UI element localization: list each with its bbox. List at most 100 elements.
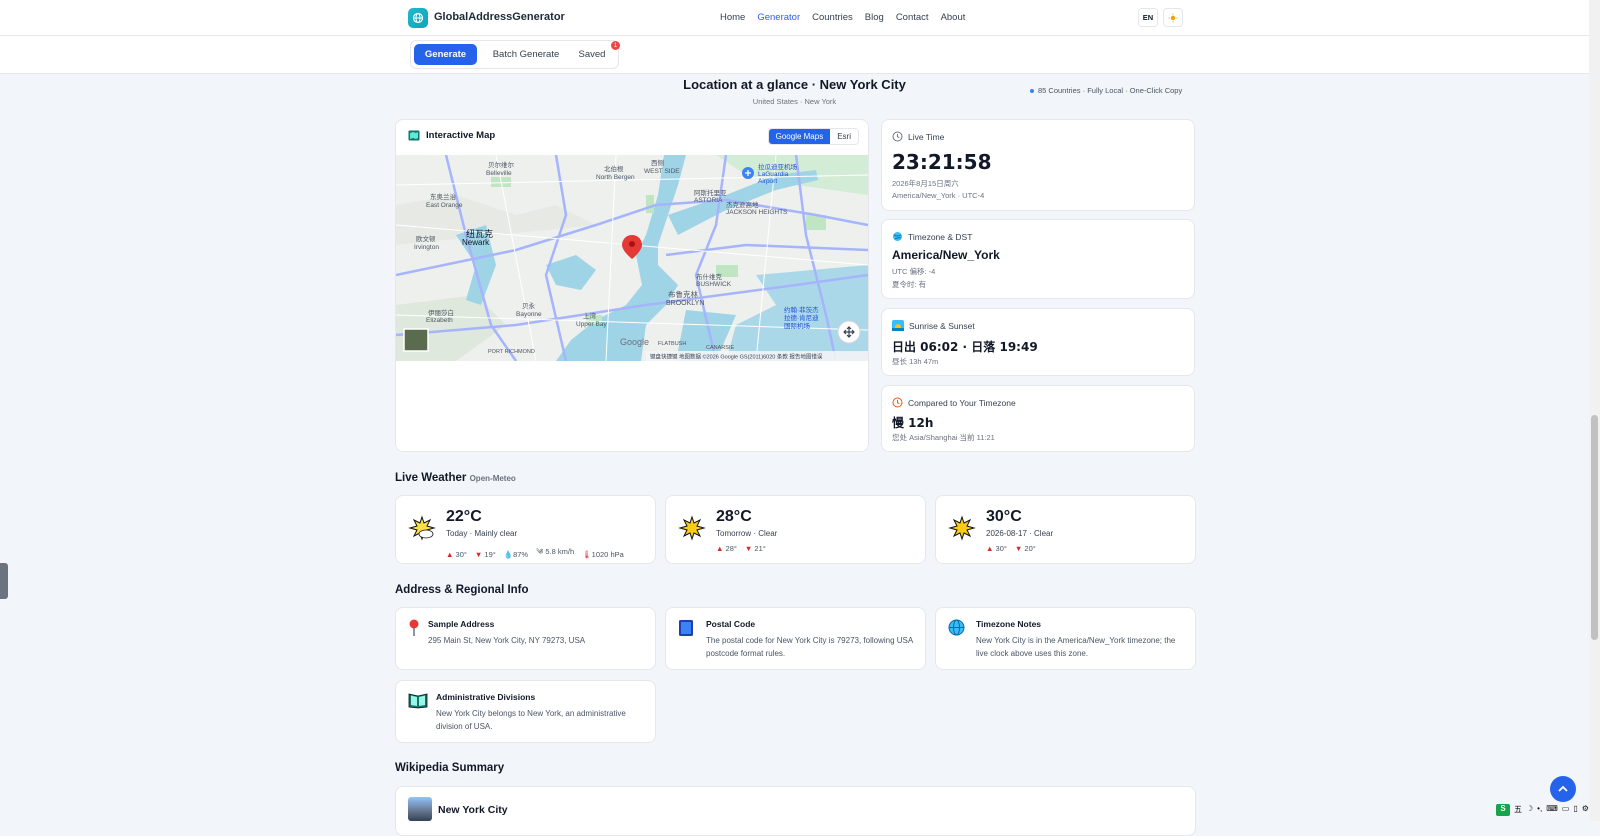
weather-source[interactable]: Open-Meteo — [470, 474, 516, 483]
weather-card-today: 22°C Today · Mainly clear ▲ 30° ▼ 19° 💧8… — [395, 495, 656, 564]
card-text: New York City belongs to New York, an ad… — [436, 709, 626, 731]
svg-text:欧文顿: 欧文顿 — [416, 234, 436, 243]
svg-text:拉德·肯尼迪: 拉德·肯尼迪 — [784, 313, 819, 322]
daylight-length: 昼长 13h 47m — [892, 357, 939, 366]
svg-text:上湾: 上湾 — [583, 311, 597, 320]
pushpin-icon — [409, 619, 419, 636]
svg-text:North Bergen: North Bergen — [596, 174, 635, 181]
card-title: Postal Code — [706, 619, 756, 629]
card-text: The postal code for New York City is 792… — [706, 636, 913, 658]
svg-text:BUSHWICK: BUSHWICK — [696, 281, 732, 288]
clock-orange-icon — [892, 397, 903, 408]
gear-icon[interactable]: ⚙ — [1582, 804, 1589, 816]
map-provider-switch: Google Maps Esri — [767, 128, 859, 145]
sample-address-card: Sample Address 295 Main St, New York Cit… — [395, 607, 656, 670]
card-text: New York City is in the America/New_York… — [976, 636, 1176, 658]
arrow-up-icon: ▲ — [986, 544, 994, 553]
sun-icon — [678, 515, 706, 541]
svg-text:东奥兰治: 东奥兰治 — [430, 192, 457, 201]
timezone-dst: 夏令时: 有 — [892, 280, 927, 289]
sun-icon — [1168, 13, 1178, 22]
tray-item[interactable]: ☽ — [1526, 804, 1533, 816]
nav-home[interactable]: Home — [720, 12, 745, 23]
globe-icon — [893, 232, 902, 241]
weather-meta: ▲ 30° ▼ 19° 💧87% ༄ 5.8 km/h 🌡1020 hPa — [446, 547, 624, 559]
theme-toggle-button[interactable] — [1163, 8, 1183, 27]
language-button[interactable]: EN — [1138, 8, 1158, 27]
admin-divisions-card: Administrative Divisions New York City b… — [395, 680, 656, 743]
timezone-card: Timezone & DST America/New_York UTC 偏移: … — [881, 219, 1195, 299]
book-icon — [679, 620, 693, 636]
svg-text:北伯根: 北伯根 — [604, 164, 624, 173]
svg-text:WEST SIDE: WEST SIDE — [644, 168, 680, 175]
sunrise-sunset-label: Sunrise & Sunset — [892, 320, 975, 331]
svg-text:FLATBUSH: FLATBUSH — [658, 341, 686, 347]
sunrise-icon — [892, 320, 904, 331]
svg-text:Bayonne: Bayonne — [516, 311, 542, 318]
interactive-map[interactable]: 贝尔维尔 Belleville 北伯根 North Bergen 西侧 WEST SI… — [396, 155, 868, 361]
live-time-card: Live Time 23:21:58 2026年8月15日周六 America/… — [881, 119, 1195, 211]
page-scrollbar[interactable] — [1589, 0, 1600, 821]
esri-button[interactable]: Esri — [830, 129, 858, 144]
tab-saved[interactable]: Saved — [571, 44, 613, 65]
weather-desc: 2026-08-17 · Clear — [986, 529, 1054, 538]
nav-blog[interactable]: Blog — [865, 12, 884, 23]
tray-item[interactable]: •, — [1537, 804, 1542, 816]
tab-batch-generate[interactable]: Batch Generate — [486, 44, 566, 65]
svg-text:LaGuardia: LaGuardia — [758, 171, 789, 178]
card-title: Administrative Divisions — [436, 692, 536, 702]
nav-generator[interactable]: Generator — [757, 12, 800, 23]
weather-meta: ▲ 30° ▼ 20° — [986, 544, 1036, 553]
svg-text:JACKSON HEIGHTS: JACKSON HEIGHTS — [726, 209, 788, 216]
keyboard-icon[interactable]: ⌨ — [1546, 804, 1558, 816]
weather-card-day3: 30°C 2026-08-17 · Clear ▲ 30° ▼ 20° — [935, 495, 1196, 564]
scrollbar-thumb[interactable] — [1591, 415, 1598, 640]
location-subtitle: United States · New York — [752, 97, 837, 106]
svg-text:Belleville: Belleville — [486, 170, 512, 177]
nav-about[interactable]: About — [941, 12, 966, 23]
tray-item[interactable]: 五 — [1514, 804, 1522, 816]
tab-generate[interactable]: Generate — [414, 44, 477, 65]
chevron-up-icon — [1558, 785, 1568, 792]
brand-name[interactable]: GlobalAddressGenerator — [434, 11, 565, 23]
weather-temp: 30°C — [986, 508, 1022, 525]
arrow-down-icon: ▼ — [474, 550, 483, 559]
droplet-icon: 💧 — [503, 550, 514, 559]
weather-temp: 28°C — [716, 508, 752, 525]
weather-temp: 22°C — [446, 508, 482, 525]
tray-item[interactable]: ▯ — [1573, 804, 1577, 816]
card-text: 295 Main St, New York City, NY 79273, US… — [428, 636, 586, 645]
nav-contact[interactable]: Contact — [896, 12, 929, 23]
brand-logo-icon[interactable] — [408, 8, 428, 28]
regional-section-title: Address & Regional Info — [395, 584, 529, 596]
map-card: Interactive Map Google Maps Esri 贝尔维尔 Be… — [395, 119, 869, 452]
svg-text:ASTORIA: ASTORIA — [694, 197, 723, 204]
timezone-label: Timezone & DST — [892, 231, 972, 242]
wind-icon: ༄ — [536, 547, 544, 556]
city-thumbnail — [408, 797, 432, 821]
weather-section-title: Live Weather Open-Meteo — [395, 472, 516, 484]
ime-logo-icon[interactable]: S — [1496, 804, 1510, 816]
wikipedia-card: New York City — [395, 786, 1196, 836]
wikipedia-city-name[interactable]: New York City — [438, 804, 508, 816]
open-book-icon — [408, 693, 428, 709]
scroll-to-top-button[interactable] — [1550, 776, 1576, 802]
weather-meta: ▲ 28° ▼ 21° — [716, 544, 766, 553]
compare-timezone-label: Compared to Your Timezone — [892, 397, 1016, 408]
google-maps-button[interactable]: Google Maps — [768, 129, 831, 144]
nav-countries[interactable]: Countries — [812, 12, 853, 23]
sun-cloud-icon — [408, 515, 436, 541]
compare-timezone-card: Compared to Your Timezone 慢 12h 您处 Asia/… — [881, 385, 1195, 452]
side-handle[interactable] — [0, 563, 8, 599]
arrow-up-icon: ▲ — [716, 544, 724, 553]
svg-text:国际机场: 国际机场 — [784, 321, 811, 330]
sun-icon — [948, 515, 976, 541]
map-title: Interactive Map — [408, 130, 495, 141]
main-nav: Home Generator Countries Blog Contact Ab… — [720, 12, 977, 23]
card-title: Sample Address — [428, 619, 495, 629]
live-time-zone: America/New_York · UTC-4 — [892, 191, 985, 200]
live-time-date: 2026年8月15日周六 — [892, 179, 959, 188]
tray-item[interactable]: ▭ — [1562, 804, 1570, 816]
svg-text:Google: Google — [620, 337, 649, 347]
generator-tabs: Generate Batch Generate Saved — [410, 40, 619, 69]
